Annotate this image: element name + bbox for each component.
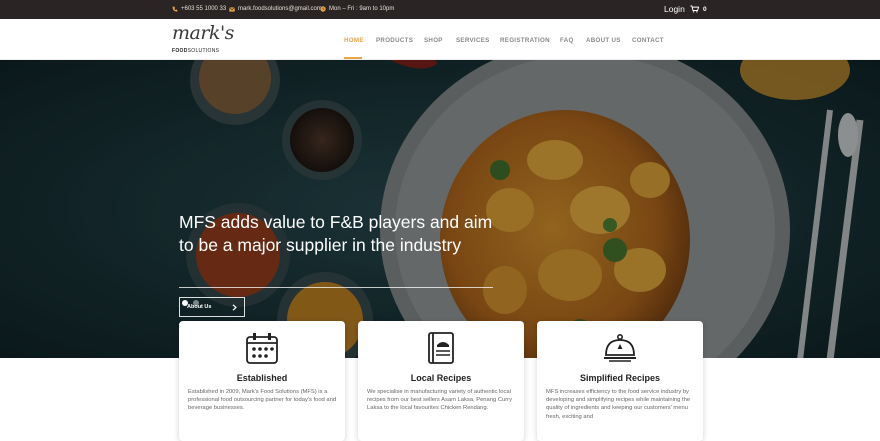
nav-services[interactable]: SERVICES bbox=[456, 37, 490, 44]
feature-card-simplified-recipes: Simplified Recipes MFS increases efficie… bbox=[537, 321, 703, 441]
about-us-label: About Us bbox=[187, 304, 212, 310]
slider-dot-2[interactable] bbox=[193, 300, 199, 306]
login-link[interactable]: Login bbox=[664, 4, 685, 14]
card-text: MFS increases efficiency to the food ser… bbox=[546, 389, 691, 420]
feature-card-established: Established Established in 2009, Mark's … bbox=[179, 321, 345, 441]
hours-text: Mon – Fri : 9am to 10pm bbox=[329, 6, 395, 12]
nav-shop[interactable]: SHOP bbox=[424, 37, 443, 44]
nav-about-us[interactable]: ABOUT US bbox=[586, 37, 621, 44]
phone-contact[interactable]: +603 55 1000 33 bbox=[172, 6, 226, 12]
recipe-book-icon bbox=[428, 332, 454, 364]
card-title: Established bbox=[236, 373, 288, 383]
phone-number: +603 55 1000 33 bbox=[181, 6, 227, 12]
slider-dot-1[interactable] bbox=[182, 300, 188, 306]
envelope-icon bbox=[229, 6, 235, 12]
opening-hours: Mon – Fri : 9am to 10pm bbox=[320, 6, 394, 12]
nav-products[interactable]: PRODUCTS bbox=[376, 37, 413, 44]
hero-headline: MFS adds value to F&B players and aim to… bbox=[179, 212, 493, 255]
top-bar: +603 55 1000 33 mark.foodsolutions@gmail… bbox=[0, 0, 880, 19]
nav-faq[interactable]: FAQ bbox=[560, 37, 574, 44]
cart-icon bbox=[690, 5, 699, 13]
logo-subtitle: FOODSOLUTIONS bbox=[172, 48, 220, 54]
about-us-button[interactable]: About Us bbox=[179, 297, 245, 317]
card-title: Local Recipes bbox=[410, 373, 472, 383]
food-cloche-icon bbox=[604, 333, 636, 362]
hero-background-image bbox=[0, 60, 880, 358]
nav-contact[interactable]: CONTACT bbox=[632, 37, 664, 44]
feature-card-local-recipes: Local Recipes We specialise in manufactu… bbox=[358, 321, 524, 441]
nav-home[interactable]: HOME bbox=[344, 37, 364, 44]
hero-slider: MFS adds value to F&B players and aim to… bbox=[0, 60, 880, 358]
nav-active-indicator bbox=[344, 57, 362, 59]
card-text: Established in 2009, Mark's Food Solutio… bbox=[188, 389, 337, 412]
phone-icon bbox=[172, 6, 178, 12]
clock-icon bbox=[320, 6, 326, 12]
calendar-icon bbox=[246, 333, 278, 364]
card-text: We specialise in manufacturing variety o… bbox=[367, 389, 512, 412]
cart-count: 0 bbox=[703, 5, 707, 13]
hero-divider bbox=[179, 287, 493, 288]
card-title: Simplified Recipes bbox=[579, 373, 661, 383]
nav-registration[interactable]: REGISTRATION bbox=[500, 37, 550, 44]
chevron-right-icon bbox=[232, 303, 237, 311]
cart-button[interactable]: 0 bbox=[690, 5, 707, 13]
main-nav: HOME PRODUCTS SHOP SERVICES REGISTRATION… bbox=[0, 37, 880, 59]
email-contact[interactable]: mark.foodsolutions@gmail.com bbox=[229, 6, 322, 12]
email-address: mark.foodsolutions@gmail.com bbox=[238, 6, 322, 12]
site-header: mark's FOODSOLUTIONS HOME PRODUCTS SHOP … bbox=[0, 19, 880, 60]
